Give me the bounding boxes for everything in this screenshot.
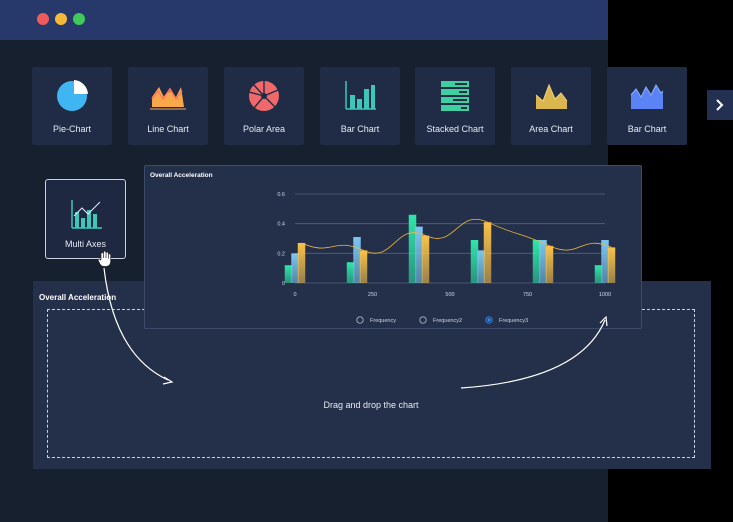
tile-label: Stacked Chart — [426, 124, 484, 134]
bar-frequency — [594, 265, 603, 283]
legend-radio-dot — [487, 318, 491, 322]
acceleration-chart: 0 0.2 0.4 0.6 0 250 500 750 1000 Frequency Frequen… — [277, 192, 616, 324]
tile-pie-chart[interactable]: Pie-Chart — [32, 67, 112, 145]
legend-radio — [356, 316, 364, 324]
tile-bar-chart-wave[interactable]: Bar Chart — [607, 67, 687, 145]
bar-frequency3 — [483, 222, 492, 283]
tile-line-chart[interactable]: Line Chart — [128, 67, 208, 145]
x-tick-label: 750 — [523, 292, 532, 298]
panel-title: Overall Acceleration — [39, 293, 117, 302]
legend-label: Frequency3 — [499, 318, 528, 324]
tile-stacked-chart[interactable]: Stacked Chart — [415, 67, 495, 145]
legend-label: Frequency — [370, 318, 396, 324]
bar-frequency3 — [359, 250, 368, 283]
tile-label: Bar Chart — [340, 124, 380, 134]
bar-frequency — [408, 214, 417, 283]
area-chart-icon — [535, 83, 568, 109]
bar-chart-icon — [345, 81, 376, 110]
tile-label: Polar Area — [242, 124, 286, 134]
legend-radio — [419, 316, 427, 324]
bar-frequency — [284, 265, 293, 283]
y-tick-label: 0.4 — [277, 222, 285, 228]
chevron-right-icon — [716, 99, 724, 111]
title-bar — [0, 0, 608, 40]
trend-line — [301, 218, 612, 254]
bar-frequency2 — [415, 226, 423, 283]
bar-frequency2 — [601, 239, 609, 283]
stacked-chart-icon — [441, 81, 469, 111]
drop-zone[interactable]: Drag and drop the chart — [47, 309, 695, 458]
bar-chart-wave-icon — [630, 83, 664, 109]
chart-preview-card[interactable]: Overall Acceleration 0 0.2 0.4 0.6 0 250 500 75… — [144, 165, 642, 329]
bar-frequency3 — [421, 235, 430, 283]
bar-frequency2 — [477, 250, 485, 283]
close-dot[interactable] — [37, 13, 49, 25]
x-tick-label: 250 — [368, 292, 377, 298]
tile-polar-area[interactable]: Polar Area — [224, 67, 304, 145]
bar-frequency — [532, 239, 541, 283]
bar-frequency2 — [291, 253, 299, 283]
bar-frequency3 — [297, 242, 306, 283]
tile-label: Bar Chart — [627, 124, 667, 134]
x-tick-label: 500 — [445, 292, 454, 298]
tile-label: Multi Axes — [64, 239, 106, 249]
maximize-dot[interactable] — [73, 13, 85, 25]
bar-frequency — [470, 239, 479, 283]
bar-frequency3 — [545, 245, 554, 283]
tile-label: Area Chart — [529, 124, 573, 134]
bar-frequency2 — [353, 237, 361, 283]
y-tick-label: 0 — [282, 281, 285, 287]
polar-area-icon — [248, 81, 279, 111]
bar-frequency2 — [539, 239, 547, 283]
grab-cursor-icon — [97, 250, 112, 267]
tile-area-chart[interactable]: Area Chart — [511, 67, 591, 145]
minimize-dot[interactable] — [55, 13, 67, 25]
tile-bar-chart[interactable]: Bar Chart — [320, 67, 400, 145]
legend-label: Frequency2 — [433, 318, 462, 324]
tile-label: Line Chart — [147, 124, 189, 134]
line-chart-icon — [150, 87, 186, 110]
pie-chart-icon — [57, 80, 88, 111]
y-tick-label: 0.2 — [277, 251, 285, 257]
bar-frequency — [346, 262, 355, 283]
drop-hint: Drag and drop the chart — [323, 400, 419, 410]
next-button[interactable] — [707, 90, 733, 120]
bar-frequency3 — [607, 247, 616, 283]
tile-multi-axes[interactable]: Multi Axes — [45, 179, 126, 259]
tile-label: Pie-Chart — [52, 124, 91, 134]
x-tick-label: 1000 — [599, 292, 611, 298]
x-tick-label: 0 — [293, 292, 296, 298]
y-tick-label: 0.6 — [277, 192, 285, 198]
multi-axes-icon — [71, 200, 102, 229]
